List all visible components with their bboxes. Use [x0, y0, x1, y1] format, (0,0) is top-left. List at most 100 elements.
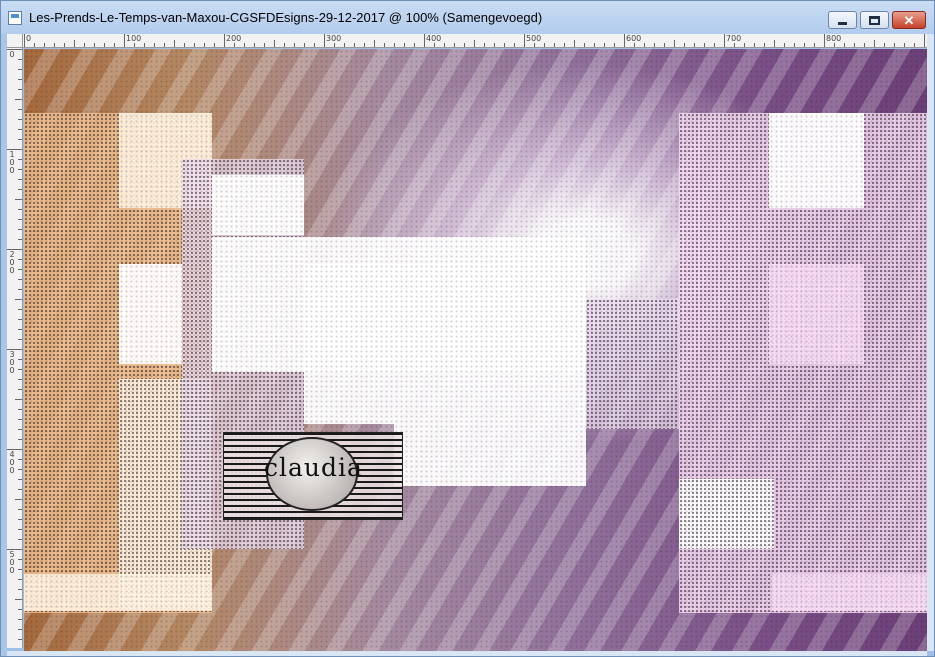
ruler-tick — [524, 34, 525, 47]
ruler-tick — [544, 43, 545, 47]
ruler-tick — [674, 40, 675, 47]
ruler-tick — [84, 43, 85, 47]
ruler-tick — [18, 179, 22, 180]
minimize-icon — [838, 21, 847, 25]
ruler-label: 0 — [26, 34, 32, 43]
ruler-tick — [18, 259, 22, 260]
title-bar[interactable]: Les-Prends-Le-Temps-van-Maxou-CGSFDEsign… — [1, 1, 934, 34]
maximize-button[interactable] — [860, 11, 889, 29]
ruler-tick — [374, 40, 375, 47]
vertical-ruler[interactable]: 0 100 200 300 400 500 — [7, 48, 23, 648]
ruler-tick — [754, 43, 755, 47]
ruler-tick — [364, 43, 365, 47]
ruler-tick — [664, 43, 665, 47]
ruler-tick — [434, 43, 435, 47]
ruler-tick — [684, 43, 685, 47]
ruler-tick — [474, 40, 475, 47]
ruler-tick — [884, 43, 885, 47]
ruler-tick — [18, 69, 22, 70]
ruler-tick — [94, 43, 95, 47]
ruler-tick — [854, 43, 855, 47]
ruler-label: 500 — [9, 550, 15, 575]
ruler-tick — [464, 43, 465, 47]
ruler-tick — [18, 339, 22, 340]
ruler-tick — [74, 40, 75, 47]
ruler-tick — [54, 43, 55, 47]
ruler-tick — [804, 43, 805, 47]
ruler-tick — [144, 43, 145, 47]
ruler-tick — [114, 43, 115, 47]
ruler-tick — [214, 43, 215, 47]
minimize-button[interactable] — [828, 11, 857, 29]
watermark-stamp: claudia — [223, 432, 403, 520]
ruler-label: 0 — [9, 50, 15, 59]
ruler-tick — [694, 43, 695, 47]
ruler-tick — [624, 34, 625, 47]
ruler-tick — [18, 639, 22, 640]
ruler-tick — [164, 43, 165, 47]
ruler-tick — [18, 59, 22, 60]
ruler-tick — [914, 43, 915, 47]
ruler-tick — [424, 34, 425, 47]
ruler-tick — [764, 43, 765, 47]
ruler-tick — [174, 40, 175, 47]
ruler-label: 300 — [326, 34, 342, 43]
ruler-tick — [204, 43, 205, 47]
ruler-tick — [18, 559, 22, 560]
window-title: Les-Prends-Le-Temps-van-Maxou-CGSFDEsign… — [29, 10, 543, 25]
ruler-tick — [224, 34, 225, 47]
ruler-tick — [354, 43, 355, 47]
close-button[interactable]: ✕ — [892, 11, 926, 29]
ruler-tick — [924, 34, 925, 47]
ruler-label: 400 — [426, 34, 442, 43]
ruler-tick — [414, 43, 415, 47]
ruler-tick — [18, 389, 22, 390]
horizontal-ruler[interactable]: 0 100 200 300 400 500 600 700 800 — [23, 34, 927, 48]
ruler-tick — [18, 79, 22, 80]
ruler-tick — [574, 40, 575, 47]
ruler-label: 200 — [226, 34, 242, 43]
ruler-tick — [564, 43, 565, 47]
ruler-tick — [18, 479, 22, 480]
ruler-tick — [18, 309, 22, 310]
ruler-tick — [18, 469, 22, 470]
ruler-tick — [18, 409, 22, 410]
ruler-tick — [134, 43, 135, 47]
watermark-text: claudia — [264, 453, 363, 482]
ruler-tick — [18, 579, 22, 580]
ruler-tick — [18, 239, 22, 240]
ruler-tick — [18, 439, 22, 440]
ruler-tick — [15, 199, 22, 200]
maximize-icon — [869, 15, 880, 25]
ruler-corner — [7, 34, 23, 48]
ruler-tick — [704, 43, 705, 47]
ruler-tick — [18, 429, 22, 430]
ruler-tick — [874, 40, 875, 47]
window-frame-right — [927, 34, 934, 651]
ruler-tick — [344, 43, 345, 47]
ruler-tick — [18, 619, 22, 620]
ruler-tick — [18, 509, 22, 510]
ruler-tick — [44, 43, 45, 47]
ruler-tick — [18, 589, 22, 590]
ruler-tick — [18, 329, 22, 330]
ruler-label: 100 — [9, 150, 15, 175]
ruler-tick — [444, 43, 445, 47]
ruler-tick — [18, 169, 22, 170]
ruler-tick — [18, 119, 22, 120]
ruler-tick — [654, 43, 655, 47]
ruler-tick — [494, 43, 495, 47]
ruler-tick — [314, 43, 315, 47]
ruler-tick — [394, 43, 395, 47]
ruler-tick — [18, 629, 22, 630]
ruler-tick — [534, 43, 535, 47]
ruler-tick — [404, 43, 405, 47]
ruler-tick — [834, 43, 835, 47]
ruler-tick — [644, 43, 645, 47]
ruler-tick — [844, 43, 845, 47]
image-canvas[interactable]: claudia — [24, 49, 927, 651]
ruler-tick — [864, 43, 865, 47]
ruler-tick — [234, 43, 235, 47]
ruler-tick — [554, 43, 555, 47]
ruler-tick — [18, 539, 22, 540]
